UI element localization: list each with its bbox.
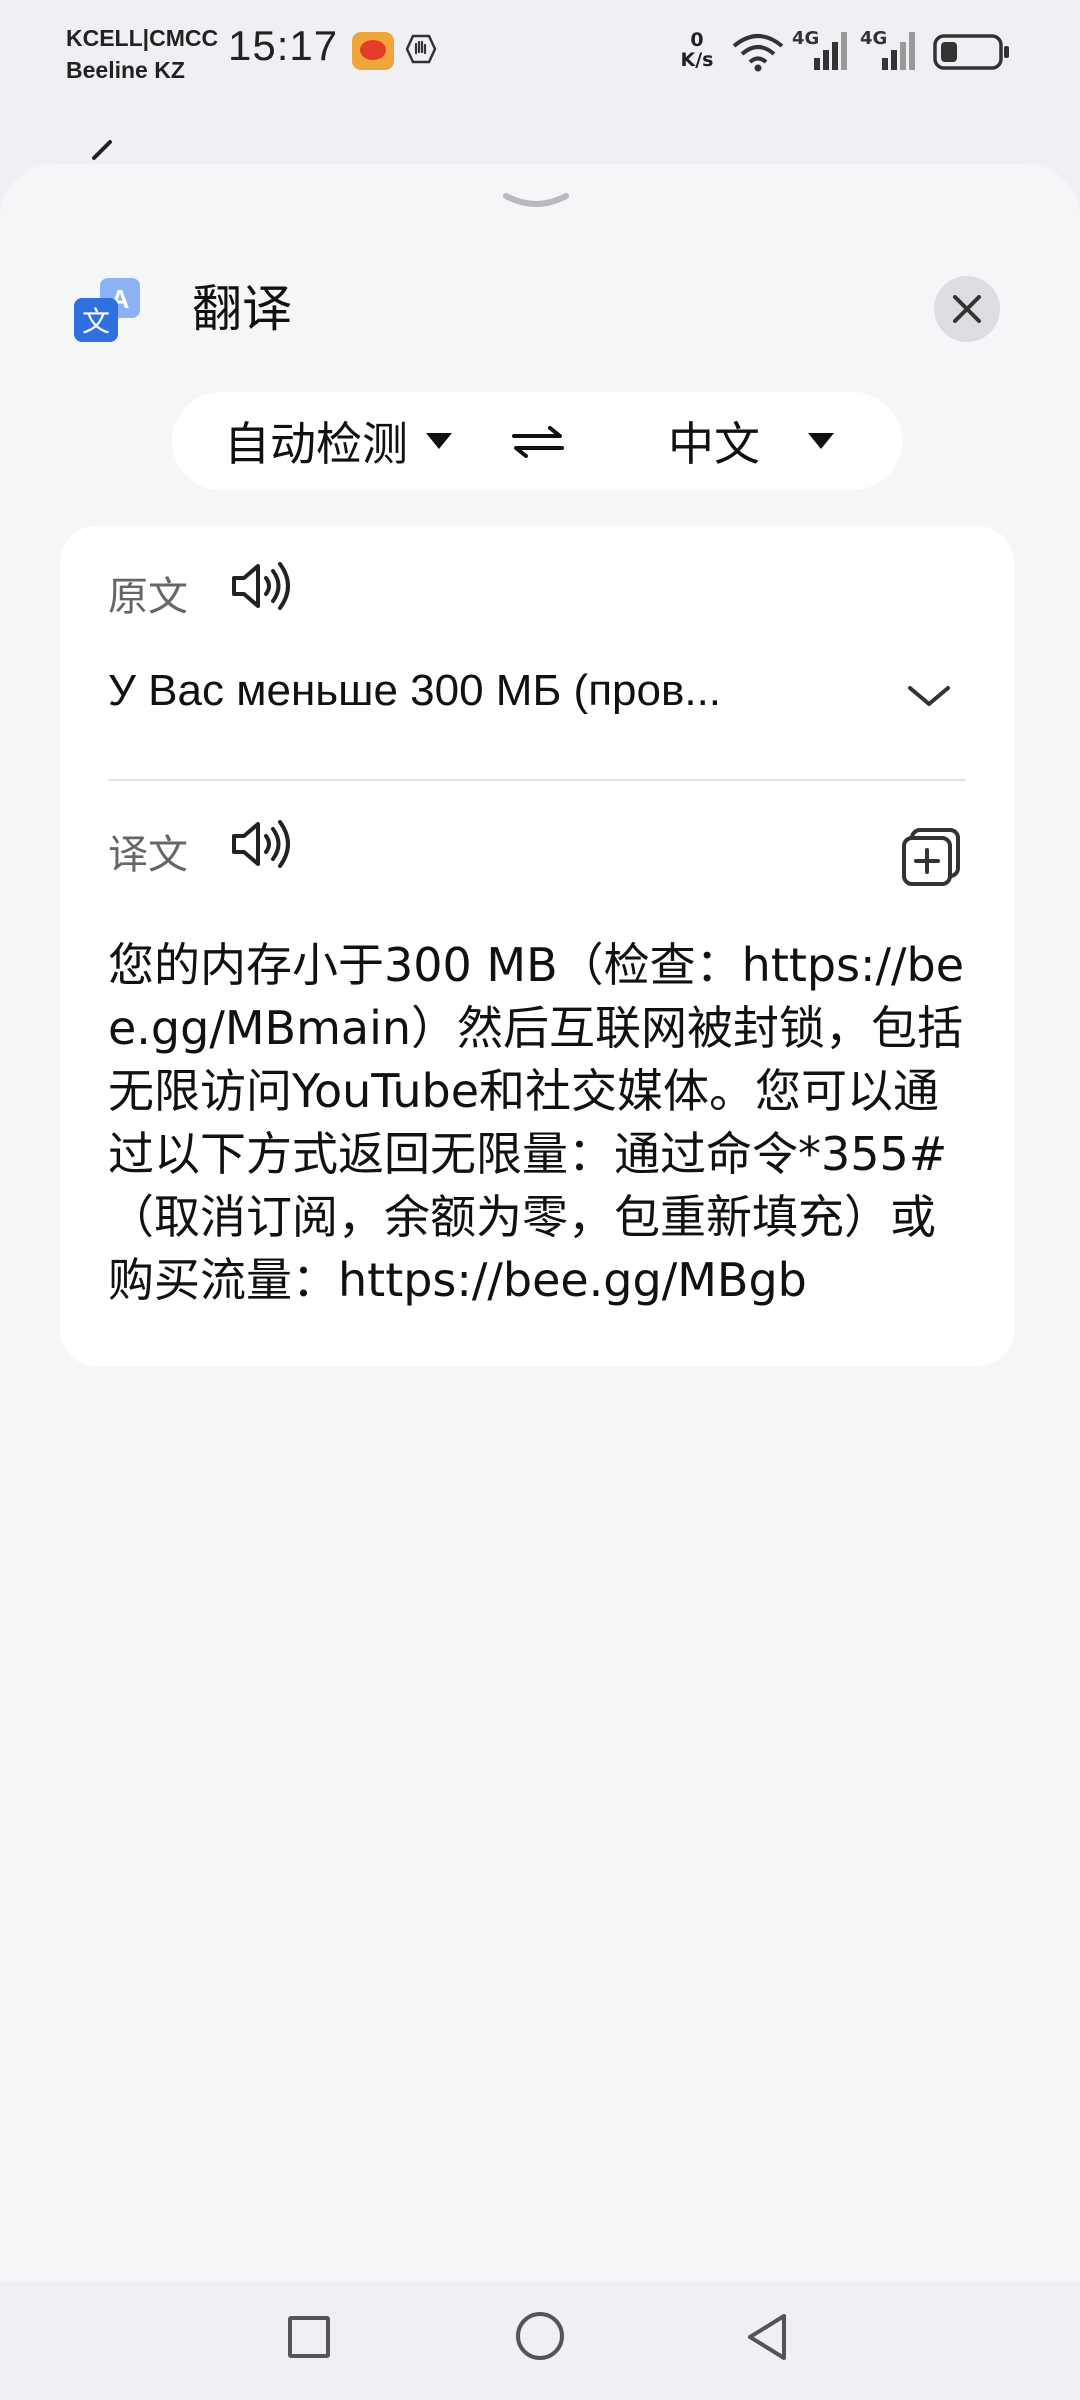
recent-apps-button[interactable]: [288, 2316, 330, 2358]
target-language-label: 中文: [668, 417, 760, 471]
status-bar: KCELL|CMCC Beeline KZ 15:17 0 K/s 4G 4G: [0, 0, 1080, 110]
chevron-down-icon[interactable]: [906, 682, 952, 710]
battery-icon: [933, 34, 1009, 70]
hand-notification-icon: [405, 34, 437, 64]
back-triangle-icon[interactable]: [744, 2312, 790, 2362]
translated-text[interactable]: 您的内存小于300 MB（检查：https://bee.gg/MBmain）然后…: [108, 934, 976, 1312]
copy-add-icon[interactable]: [900, 826, 962, 888]
cellular-signal-2: 4G: [860, 28, 920, 76]
divider: [108, 779, 966, 781]
translate-icon: A 文: [74, 278, 140, 342]
wifi-icon: [732, 34, 784, 72]
screen: KCELL|CMCC Beeline KZ 15:17 0 K/s 4G 4G …: [0, 0, 1080, 2400]
network-speed: 0 K/s: [672, 30, 722, 70]
language-selector-bar: 自动检测 中文: [172, 392, 902, 490]
close-button[interactable]: [934, 276, 1000, 342]
source-language-label: 自动检测: [224, 417, 408, 471]
net-speed-unit: K/s: [680, 49, 714, 71]
status-time: 15:17: [228, 22, 339, 69]
carrier-info: KCELL|CMCC Beeline KZ: [66, 22, 218, 86]
translation-label: 译文: [108, 832, 188, 878]
home-button[interactable]: [516, 2312, 564, 2360]
source-language-dropdown[interactable]: 自动检测: [224, 392, 452, 490]
carrier-line-2: Beeline KZ: [66, 57, 185, 83]
speaker-icon[interactable]: [228, 816, 292, 872]
weibo-notification-icon: [352, 32, 394, 70]
system-nav-bar: [0, 2282, 1080, 2400]
target-language-dropdown[interactable]: 中文: [668, 392, 834, 490]
dropdown-caret-icon: [808, 433, 834, 449]
translate-sheet: A 文 翻译 自动检测 中文 原文 У Вас меньше 300 МБ (п…: [0, 164, 1080, 2400]
svg-text:文: 文: [82, 305, 110, 338]
speaker-icon[interactable]: [228, 558, 292, 614]
sheet-handle-icon[interactable]: [500, 190, 572, 214]
original-label: 原文: [108, 574, 188, 620]
cellular-signal-1: 4G: [792, 28, 852, 76]
sheet-title: 翻译: [192, 280, 292, 338]
net-speed-value: 0: [690, 29, 704, 51]
network-type-2: 4G: [860, 28, 888, 49]
close-icon: [953, 295, 981, 323]
carrier-line-1: KCELL|CMCC: [66, 25, 219, 51]
translation-card: 原文 У Вас меньше 300 МБ (пров... 译文 您的内存小…: [60, 526, 1014, 1366]
source-text[interactable]: У Вас меньше 300 МБ (пров...: [108, 666, 828, 716]
network-type-1: 4G: [792, 28, 820, 49]
dropdown-caret-icon: [426, 433, 452, 449]
swap-icon[interactable]: [512, 426, 564, 458]
